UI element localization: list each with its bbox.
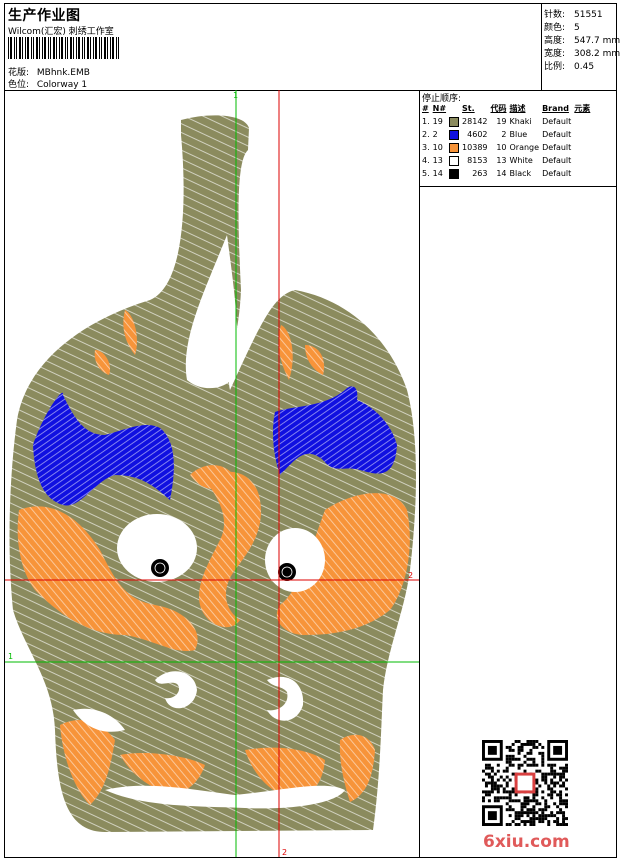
stop-row: 2. 2 4602 2 Blue Default [422,128,593,141]
row-code: 19 [496,117,507,126]
width-value: 308.2 mm [574,49,620,59]
color-swatch [449,116,460,127]
stat-height: 高度: 547.7 mm [544,33,620,46]
page-title: 生产作业图 [8,8,81,24]
row-code: 13 [496,156,507,165]
row-brand: Default [542,156,572,165]
row-desc: Khaki [509,117,532,126]
row-element [574,141,593,154]
scale-label: 比例: [544,62,566,72]
barcode [8,37,119,59]
row-index: 1. [422,117,430,126]
stop-row: 1. 19 28142 19 Khaki Default [422,115,593,128]
row-brand: Default [542,143,572,152]
row-swatch [449,115,462,128]
col-code: 代码 [490,104,507,113]
row-needle: 19 [432,117,443,126]
guide-marker-right: 2 [408,571,413,580]
row-brand: Default [542,169,572,178]
stop-sequence-table: # N# St. 代码 描述 Brand 元素 1. 19 28142 19 Khaki… [422,102,593,180]
header-info-panel: 生产作业图 Wilcom(汇宏) 刺绣工作室 花版: MBhnk.EMB 色位:… [5,4,542,90]
studio-name: Wilcom(汇宏) 刺绣工作室 [8,27,114,37]
col-needle: N# [432,104,447,113]
pupil-right [278,563,296,581]
stop-row: 3. 10 10389 10 Orange Default [422,141,593,154]
col-element: 元素 [574,104,591,113]
col-color [449,102,462,115]
row-stitches: 8153 [467,156,488,165]
row-stitches: 263 [472,169,488,178]
guide-marker-top: 1 [233,91,238,100]
row-code: 14 [496,169,507,178]
guide-marker-bottom: 2 [282,848,287,857]
row-swatch [449,154,462,167]
height-value: 547.7 mm [574,36,620,46]
row-index: 4. [422,156,430,165]
row-brand: Default [542,130,572,139]
row-element [574,128,593,141]
col-desc: 描述 [509,104,526,113]
stop-table-header: # N# St. 代码 描述 Brand 元素 [422,102,593,115]
row-index: 2. [422,130,430,139]
row-element [574,115,593,128]
row-desc: Blue [509,130,528,139]
guide-marker-left: 1 [8,652,13,661]
row-stitches: 4602 [467,130,488,139]
row-element [574,154,593,167]
qr-code [482,740,568,826]
row-desc: Black [509,169,532,178]
row-index: 5. [422,169,430,178]
colorway-label: 色位: [8,80,30,90]
row-index: 3. [422,143,430,152]
color-swatch [449,155,460,166]
col-stitches: St. [462,104,475,113]
row-swatch [449,128,462,141]
production-worksheet: 生产作业图 Wilcom(汇宏) 刺绣工作室 花版: MBhnk.EMB 色位:… [4,3,620,858]
row-needle: 10 [432,143,443,152]
scale-value: 0.45 [574,62,595,72]
stat-scale: 比例: 0.45 [544,59,594,72]
design-preview-canvas: 1 1 2 2 [5,90,420,857]
colorway-row: 色位: Colorway 1 [8,77,87,90]
colorway-value: Colorway 1 [36,80,88,90]
row-needle: 13 [432,156,443,165]
col-index: # [422,104,429,113]
row-needle: 14 [432,169,443,178]
stop-row: 4. 13 8153 13 White Default [422,154,593,167]
row-code: 2 [501,130,507,139]
colors-label: 颜色: [544,23,566,33]
stitches-value: 51551 [574,10,603,20]
row-code: 10 [496,143,507,152]
color-swatch [449,129,460,140]
colors-value: 5 [574,23,580,33]
stitches-label: 针数: [544,10,566,20]
row-desc: Orange [509,143,540,152]
eye-right [265,528,325,592]
stat-colors: 颜色: 5 [544,20,580,33]
row-swatch [449,167,462,180]
stop-row: 5. 14 263 14 Black Default [422,167,593,180]
color-swatch [449,168,460,179]
header-stats-panel: 针数: 51551 颜色: 5 高度: 547.7 mm 宽度: 308.2 mm 比例… [542,4,620,90]
stop-sequence-panel: 停止顺序: # N# St. 代码 描述 Brand 元素 1. 19 28142 1… [420,90,616,187]
width-label: 宽度: [544,49,566,59]
stat-width: 宽度: 308.2 mm [544,46,620,59]
col-brand: Brand [542,104,569,113]
pupil-left [151,559,169,577]
height-label: 高度: [544,36,566,46]
row-desc: White [509,156,533,165]
row-swatch [449,141,462,154]
site-watermark: 6xiu.com [483,832,570,852]
stat-stitches: 针数: 51551 [544,7,603,20]
row-needle: 2 [432,130,438,139]
worksheet-header: 生产作业图 Wilcom(汇宏) 刺绣工作室 花版: MBhnk.EMB 色位:… [5,4,620,91]
row-stitches: 28142 [462,117,488,126]
embroidery-design: 1 1 2 2 [5,90,419,857]
color-swatch [449,142,460,153]
row-stitches: 10389 [462,143,488,152]
row-brand: Default [542,117,572,126]
row-element [574,167,593,180]
